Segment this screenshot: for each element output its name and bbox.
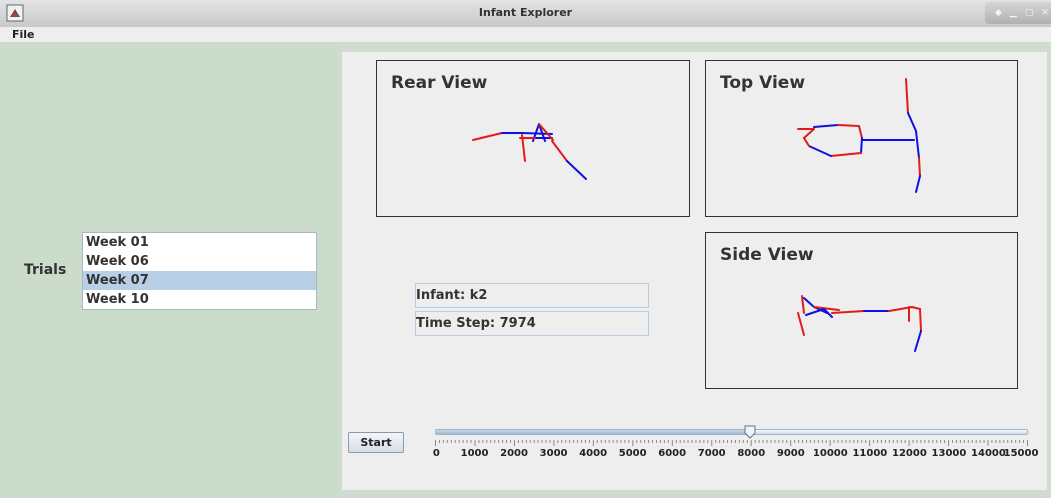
trials-list[interactable]: Week 01 Week 06 Week 07 Week 10 <box>82 232 317 310</box>
infant-label: Infant: k2 <box>416 288 488 303</box>
slider-tick-label: 1000 <box>460 448 489 459</box>
slider-tick-label: 6000 <box>658 448 687 459</box>
top-view-skeleton <box>797 78 921 193</box>
slider-tick-label: 10000 <box>812 448 848 459</box>
side-view-panel: Side View <box>705 232 1018 389</box>
time-slider[interactable] <box>435 429 1028 435</box>
slider-tick-label: 11000 <box>852 448 888 459</box>
slider-tick-label: 13000 <box>931 448 967 459</box>
rear-view-skeleton <box>472 123 587 180</box>
window-title: Infant Explorer <box>478 6 573 19</box>
trial-item[interactable]: Week 01 <box>83 233 316 252</box>
slider-tick-label: 0 <box>432 448 440 459</box>
trials-panel: Trials Week 01 Week 06 Week 07 Week 10 <box>0 42 338 498</box>
trial-item[interactable]: Week 06 <box>83 252 316 271</box>
slider-fill <box>436 430 752 434</box>
title-bar: Infant Explorer ◆ ▁ ▢ ✕ <box>0 0 1051 28</box>
menu-bar: File <box>0 27 1051 42</box>
menu-file[interactable]: File <box>12 28 35 41</box>
slider-tick-label: 3000 <box>539 448 568 459</box>
slider-tick-label: 14000 <box>971 448 1006 459</box>
close-icon[interactable]: ✕ <box>1041 8 1049 18</box>
slider-tick-label: 7000 <box>697 448 726 459</box>
trial-item[interactable]: Week 10 <box>83 290 316 309</box>
slider-ticks <box>435 440 1028 446</box>
main-panel: Rear View Top View Side View Infant: k2 … <box>342 52 1047 490</box>
slider-tick-label: 4000 <box>579 448 608 459</box>
slider-thumb[interactable] <box>744 425 756 439</box>
slider-tick-label: 8000 <box>737 448 766 459</box>
slider-tick-label: 2000 <box>500 448 528 459</box>
time-step-label: Time Step: 7974 <box>416 316 536 331</box>
infant-info: Infant: k2 <box>415 283 649 308</box>
start-button[interactable]: Start <box>348 432 404 453</box>
slider-tick-label: 9000 <box>776 448 805 459</box>
window-controls: ◆ ▁ ▢ ✕ <box>985 2 1051 24</box>
slider-tick-label: 12000 <box>891 448 927 459</box>
slider-tick-label: 15000 <box>1003 448 1039 459</box>
pin-icon[interactable]: ◆ <box>995 8 1002 18</box>
minimize-icon[interactable]: ▁ <box>1010 8 1017 18</box>
side-view-skeleton <box>797 295 922 352</box>
top-view-panel: Top View <box>705 60 1018 217</box>
slider-tick-label: 5000 <box>618 448 647 459</box>
rear-view-panel: Rear View <box>376 60 690 217</box>
maximize-icon[interactable]: ▢ <box>1025 8 1034 18</box>
trial-item-selected[interactable]: Week 07 <box>83 271 316 290</box>
time-step-info: Time Step: 7974 <box>415 311 649 336</box>
trials-label: Trials <box>24 262 67 278</box>
